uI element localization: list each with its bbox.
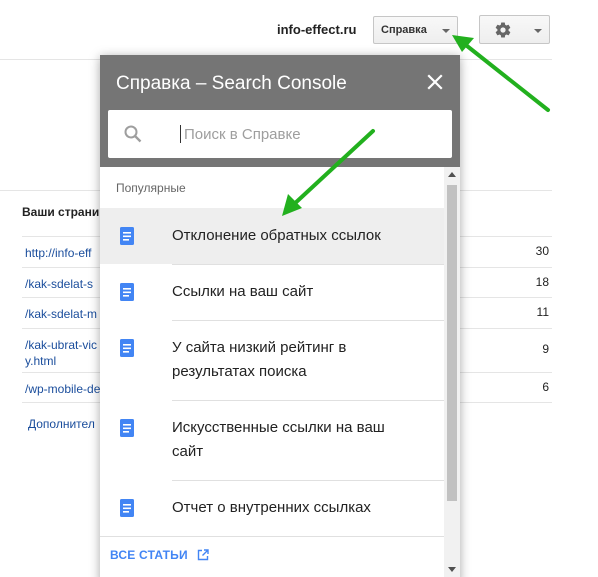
page-link[interactable]: /kak-sdelat-m xyxy=(25,305,97,323)
scroll-down-arrow-icon[interactable] xyxy=(448,567,456,572)
search-placeholder: Поиск в Справке xyxy=(184,126,301,143)
section-label: Популярные xyxy=(116,181,186,195)
divider xyxy=(100,536,444,537)
page-link[interactable]: /kak-sdelat-s xyxy=(25,275,93,293)
help-button-label: Справка xyxy=(381,24,427,36)
help-panel-title: Справка – Search Console xyxy=(116,73,347,94)
settings-button[interactable] xyxy=(479,15,550,44)
close-icon[interactable] xyxy=(427,74,443,90)
document-icon xyxy=(120,227,134,245)
document-icon xyxy=(120,283,134,301)
help-article-label: Отклонение обратных ссылок xyxy=(172,227,381,244)
help-article-label: Искусственные ссылки на ваш xyxy=(172,419,385,436)
pages-heading: Ваши страни xyxy=(22,205,100,219)
help-article-label: Отчет о внутренних ссылках xyxy=(172,499,371,516)
all-articles-label: ВСЕ СТАТЬИ xyxy=(110,548,188,562)
help-article-item[interactable]: Отклонение обратных ссылок xyxy=(100,208,444,264)
help-panel: Справка – Search Console Поиск в Справке… xyxy=(100,55,460,577)
more-link[interactable]: Дополнител xyxy=(28,417,95,431)
scrollbar[interactable] xyxy=(444,167,460,577)
annotation-arrow-help-button xyxy=(452,35,550,112)
external-link-icon xyxy=(198,549,210,561)
chevron-down-icon xyxy=(534,29,542,33)
document-icon xyxy=(120,339,134,357)
document-icon xyxy=(120,499,134,517)
help-article-item[interactable]: У сайта низкий рейтинг в результатах пои… xyxy=(100,321,444,400)
gear-icon xyxy=(495,22,511,38)
help-article-label-line2: сайт xyxy=(172,443,204,460)
help-article-label: Ссылки на ваш сайт xyxy=(172,283,314,300)
scrollbar-thumb[interactable] xyxy=(447,185,457,501)
site-name: info-effect.ru xyxy=(277,22,357,37)
link-count: 18 xyxy=(535,275,549,289)
help-article-item[interactable]: Ссылки на ваш сайт xyxy=(100,265,444,320)
help-article-item[interactable]: Искусственные ссылки на ваш сайт xyxy=(100,401,444,480)
page-link-continued[interactable]: y.html xyxy=(25,352,56,370)
help-panel-header: Справка – Search Console Поиск в Справке xyxy=(100,55,460,167)
help-dropdown-button[interactable]: Справка xyxy=(373,16,458,44)
search-icon xyxy=(124,125,142,143)
page-link[interactable]: /wp-mobile-de xyxy=(25,380,100,398)
link-count: 6 xyxy=(542,380,549,394)
help-article-item[interactable]: Отчет о внутренних ссылках xyxy=(100,481,444,536)
link-count: 30 xyxy=(535,244,549,258)
help-article-label-line2: результатах поиска xyxy=(172,363,307,380)
all-articles-link[interactable]: ВСЕ СТАТЬИ xyxy=(110,548,210,562)
link-count: 9 xyxy=(542,342,549,356)
chevron-down-icon xyxy=(442,29,450,33)
scroll-up-arrow-icon[interactable] xyxy=(448,172,456,177)
document-icon xyxy=(120,419,134,437)
help-search-input[interactable]: Поиск в Справке xyxy=(108,110,452,158)
text-cursor xyxy=(180,125,181,143)
link-count: 11 xyxy=(536,305,549,319)
help-article-label: У сайта низкий рейтинг в xyxy=(172,339,347,356)
page-link[interactable]: http://info-eff xyxy=(25,244,92,262)
